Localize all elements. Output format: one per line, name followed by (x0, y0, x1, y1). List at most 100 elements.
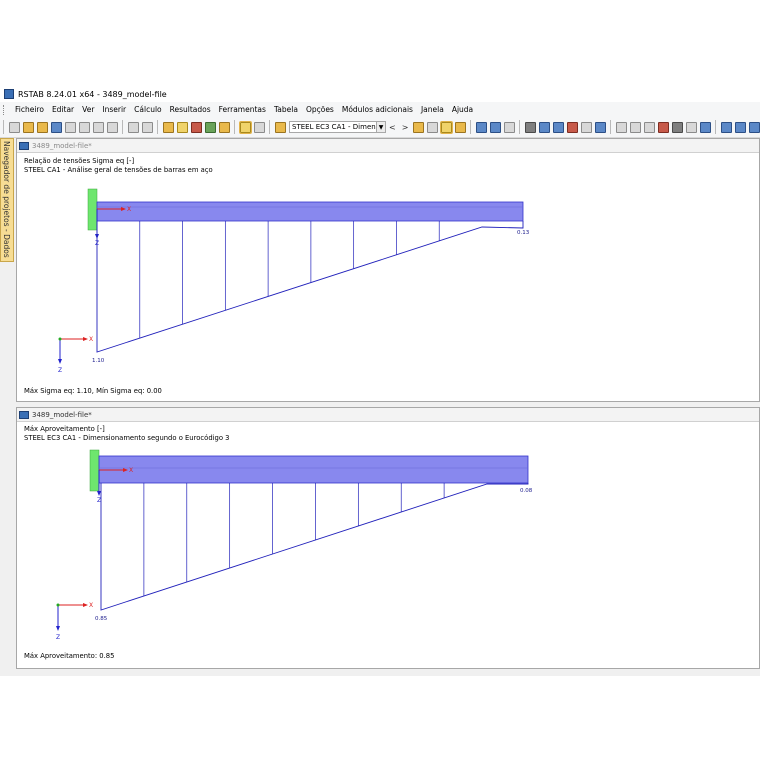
open-folder-icon[interactable] (22, 121, 34, 133)
menu-tabela[interactable]: Tabela (270, 105, 302, 114)
open-recent-icon[interactable] (36, 121, 48, 133)
menu-resultados[interactable]: Resultados (166, 105, 215, 114)
menu-ajuda[interactable]: Ajuda (448, 105, 477, 114)
preview-icon[interactable] (106, 121, 118, 133)
global-x-label: X (89, 336, 93, 343)
print-report-icon[interactable] (78, 121, 90, 133)
local-x-label: X (129, 467, 133, 474)
next-case-button[interactable]: > (402, 123, 409, 132)
menu-ferramentas[interactable]: Ferramentas (215, 105, 270, 114)
new-file-icon[interactable] (8, 121, 20, 133)
node-icon[interactable] (594, 121, 606, 133)
solid-model-icon[interactable] (538, 121, 550, 133)
bottom-result-diagram: X Z 0.85 0.08 X Z (56, 449, 533, 641)
view-pan-icon[interactable] (489, 121, 501, 133)
bottom-window-header: 3489_model-file* (17, 408, 759, 422)
menu-calculo[interactable]: Cálculo (130, 105, 165, 114)
global-z-arrow-icon (58, 359, 62, 364)
global-x-arrow-icon (83, 603, 88, 607)
dimension-icon[interactable] (643, 121, 655, 133)
toolbar-separator (269, 120, 270, 134)
view-x-icon[interactable] (720, 121, 732, 133)
member-bar[interactable] (96, 201, 524, 222)
menu-bar: Ficheiro Editar Ver Inserir Cálculo Resu… (0, 102, 760, 117)
window-title: RSTAB 8.24.01 x64 - 3489_model-file (18, 89, 167, 99)
bottom-window-title: 3489_model-file* (32, 410, 92, 419)
measure-icon[interactable] (615, 121, 627, 133)
view-y-icon[interactable] (734, 121, 746, 133)
member-bar[interactable] (98, 455, 529, 484)
result-values-icon[interactable] (412, 121, 424, 133)
previous-case-button[interactable]: < (389, 123, 396, 132)
values-on-off-icon[interactable] (426, 121, 438, 133)
results-panel-icon[interactable] (238, 120, 252, 134)
menu-inserir[interactable]: Inserir (98, 105, 130, 114)
view-z-icon[interactable] (748, 121, 760, 133)
title-bar: RSTAB 8.24.01 x64 - 3489_model-file (0, 86, 760, 102)
coordinate-icon[interactable] (629, 121, 641, 133)
display-icon[interactable] (685, 121, 697, 133)
results-icon[interactable] (204, 121, 216, 133)
menu-opcoes[interactable]: Opções (302, 105, 338, 114)
menu-modulos-adicionais[interactable]: Módulos adicionais (338, 105, 417, 114)
undo-icon[interactable] (127, 121, 139, 133)
deformation-icon[interactable] (439, 120, 453, 134)
search-icon[interactable] (176, 121, 188, 133)
global-z-arrow-icon (56, 626, 60, 631)
settings-icon[interactable] (699, 121, 711, 133)
support-icon (87, 188, 98, 231)
menu-ver[interactable]: Ver (78, 105, 98, 114)
result-diagram-icon[interactable] (454, 121, 466, 133)
global-z-label: Z (56, 634, 60, 641)
table-icon[interactable] (253, 121, 265, 133)
sigma-diagram (96, 221, 524, 353)
toolbar-separator (610, 120, 612, 134)
menu-grip-icon (3, 104, 7, 115)
wireframe-icon[interactable] (524, 121, 536, 133)
menu-ficheiro[interactable]: Ficheiro (11, 105, 48, 114)
top-graphics-window[interactable]: 3489_model-file* Relação de tensões Sigm… (16, 138, 760, 402)
main-toolbar: STEEL EC3 CA1 - Dimensionamento ▼ < > (0, 117, 760, 138)
select-icon[interactable] (162, 121, 174, 133)
filter-icon[interactable] (671, 121, 683, 133)
toolbar-separator (234, 120, 235, 134)
bottom-graphics-window[interactable]: 3489_model-file* Máx Aproveitamento [-] … (16, 407, 760, 669)
print-icon[interactable] (64, 121, 76, 133)
model-window-icon (19, 141, 29, 150)
menu-janela[interactable]: Janela (417, 105, 448, 114)
bottom-summary: Máx Aproveitamento: 0.85 (24, 652, 115, 660)
rstab-application: RSTAB 8.24.01 x64 - 3489_model-file Fich… (0, 86, 760, 676)
local-z-label: Z (97, 497, 101, 504)
project-navigator-tab[interactable]: Navegador de projetos - Dados (0, 138, 14, 262)
toolbar-separator (157, 120, 158, 134)
view-rotate-icon[interactable] (475, 121, 487, 133)
redo-icon[interactable] (141, 121, 153, 133)
toolbar-separator (519, 120, 521, 134)
section-icon[interactable] (566, 121, 578, 133)
local-x-label: X (127, 206, 131, 213)
diagram-outline (96, 221, 524, 353)
max-value-label: 0.85 (95, 616, 108, 622)
top-window-header: 3489_model-file* (17, 139, 759, 153)
save-icon[interactable] (50, 121, 62, 133)
top-window-title: 3489_model-file* (32, 141, 92, 150)
toolbar-separator (122, 120, 123, 134)
delete-icon[interactable] (657, 121, 669, 133)
load-case-icon[interactable] (274, 121, 286, 133)
show-results-icon[interactable] (218, 121, 230, 133)
menu-editar[interactable]: Editar (48, 105, 78, 114)
zoom-window-icon[interactable] (503, 121, 515, 133)
utilization-diagram (100, 483, 529, 611)
load-case-select[interactable]: STEEL EC3 CA1 - Dimensionamento (289, 121, 377, 133)
end-value-label: 0.13 (517, 230, 530, 236)
support-icon (89, 449, 100, 492)
render-icon[interactable] (552, 121, 564, 133)
screen: { "window": { "title": "RSTAB 8.24.01 x6… (0, 0, 760, 762)
member-icon[interactable] (580, 121, 592, 133)
chevron-down-icon[interactable]: ▼ (377, 121, 386, 133)
global-z-label: Z (58, 367, 62, 374)
local-z-arrow-icon (97, 491, 101, 496)
print-graphic-icon[interactable] (92, 121, 104, 133)
global-x-arrow-icon (83, 337, 88, 341)
calculate-icon[interactable] (190, 121, 202, 133)
